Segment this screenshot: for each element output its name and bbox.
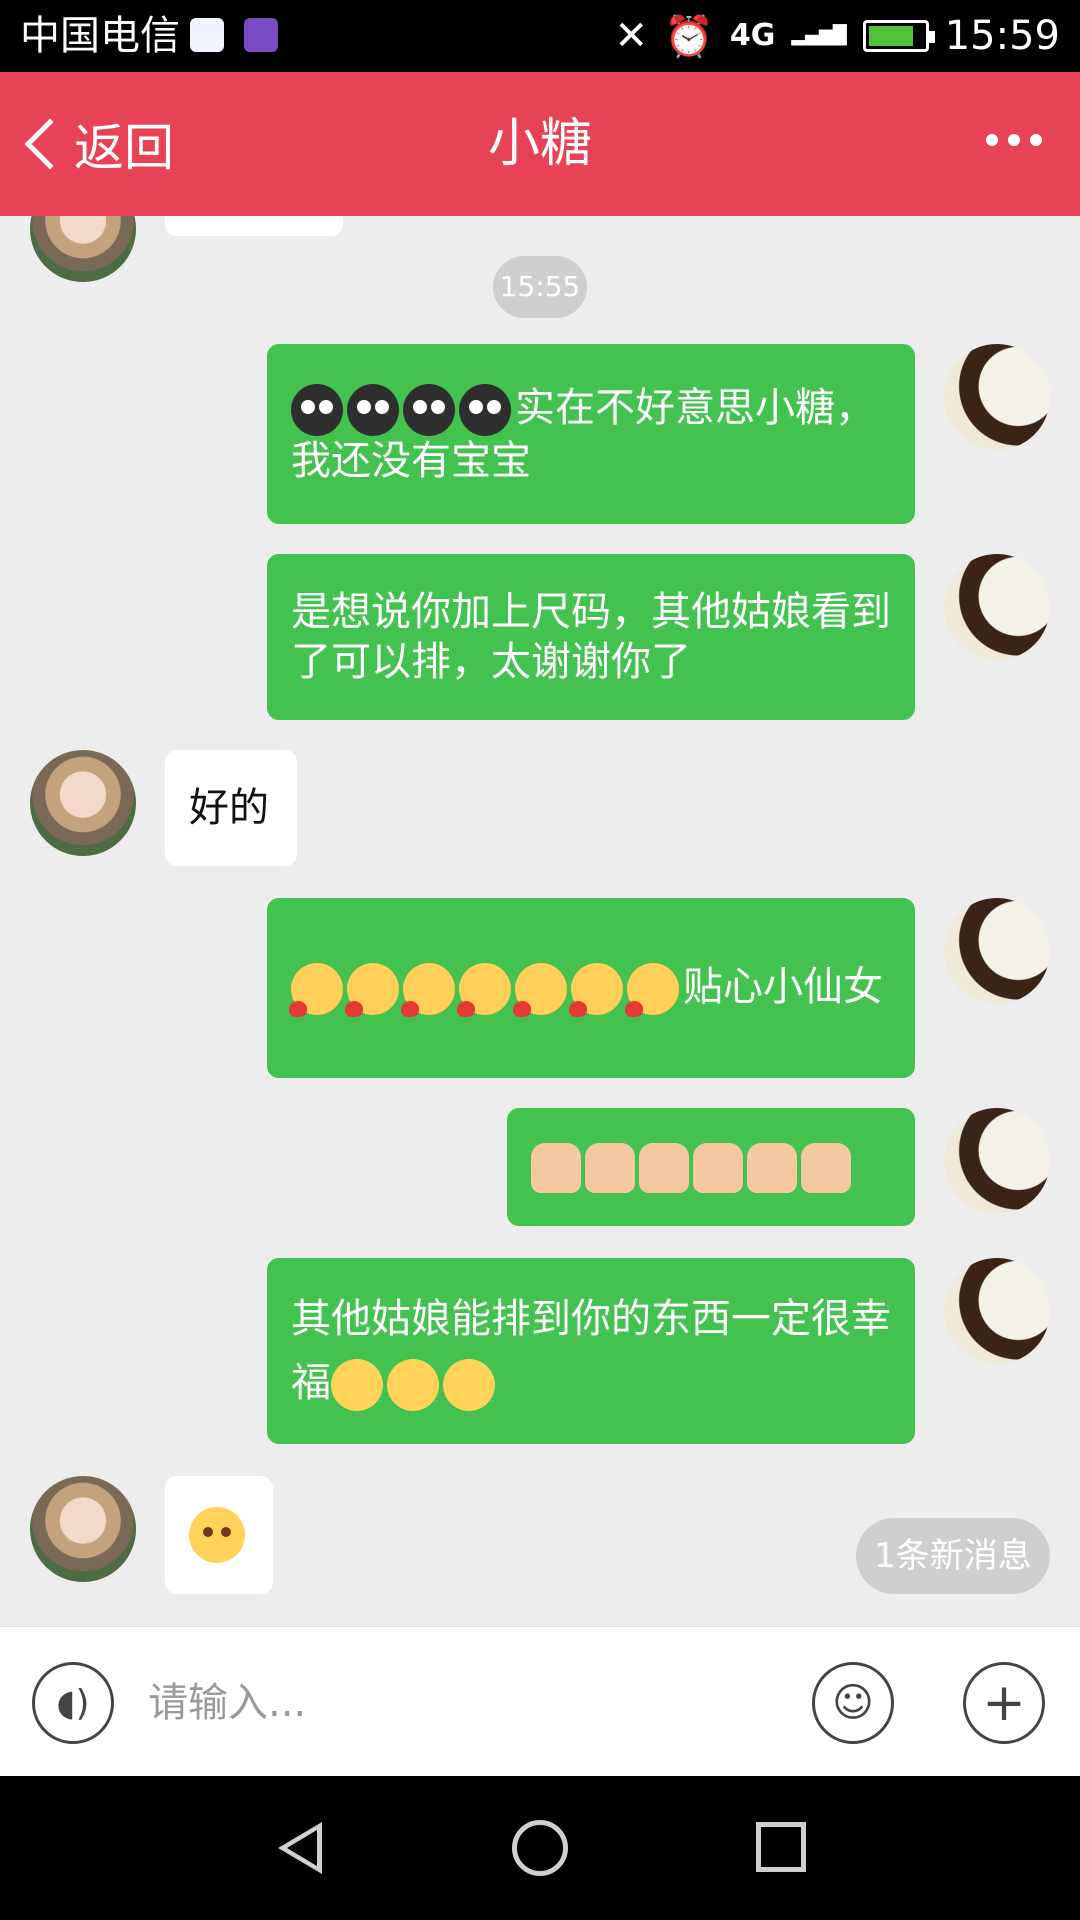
contact-avatar[interactable] <box>30 1476 136 1582</box>
more-menu-icon[interactable] <box>986 134 1042 146</box>
voice-icon: ◖) <box>56 1682 90 1724</box>
mute-icon: ✕ <box>614 13 649 59</box>
her-message-bubble[interactable] <box>165 1476 273 1594</box>
back-icon[interactable] <box>278 1822 322 1874</box>
message-text: 好的 <box>189 785 269 831</box>
message-text: 其他姑娘能排到你的东西一定很幸福 <box>291 1287 891 1415</box>
input-bar: ◖) ☺ + <box>0 1626 1080 1776</box>
my-message-bubble[interactable]: 是想说你加上尺码，其他姑娘看到了可以排，太谢谢你了 <box>267 554 915 720</box>
battery-icon <box>862 20 935 52</box>
crying-emoji-icon <box>403 383 455 436</box>
message-bubble[interactable] <box>165 216 343 236</box>
signal-icon: ▂▄▆█ <box>791 25 847 46</box>
blush-heart-emoji-icon <box>569 962 623 1017</box>
my-avatar[interactable] <box>944 554 1050 660</box>
network-type: 4G <box>729 18 776 53</box>
contact-avatar[interactable] <box>30 750 136 856</box>
cloud-app-icon <box>190 18 224 52</box>
crying-emoji-icon <box>347 383 399 436</box>
gallery-app-icon <box>244 18 278 52</box>
my-message-bubble[interactable]: 实在不好意思小糖，我还没有宝宝 <box>267 344 915 524</box>
my-avatar[interactable] <box>944 898 1050 1004</box>
blush-heart-emoji-icon <box>289 962 343 1017</box>
plus-icon: + <box>982 1673 1026 1733</box>
blush-heart-emoji-icon <box>345 962 399 1017</box>
wink-emoji-icon <box>331 1359 383 1411</box>
message-input[interactable] <box>148 1667 768 1739</box>
my-avatar[interactable] <box>944 1108 1050 1214</box>
my-message-bubble[interactable]: 其他姑娘能排到你的东西一定很幸福 <box>267 1258 915 1444</box>
blush-heart-emoji-icon <box>625 962 679 1017</box>
more-options-button[interactable]: + <box>963 1662 1045 1744</box>
thumbs-up-icon <box>531 1143 581 1193</box>
status-bar: 中国电信 ✕ ⏰ 4G ▂▄▆█ 15:59 <box>0 0 1080 72</box>
chat-header: 返回 小糖 <box>0 72 1080 216</box>
thumbs-up-icon <box>639 1143 689 1193</box>
carrier-label: 中国电信 <box>20 13 180 59</box>
system-nav-bar <box>0 1776 1080 1920</box>
crying-emoji-icon <box>291 383 343 436</box>
alarm-icon: ⏰ <box>664 13 714 60</box>
recents-icon[interactable] <box>756 1822 806 1872</box>
thumbs-up-icon <box>693 1143 743 1193</box>
message-timestamp: 15:55 <box>493 256 587 318</box>
crying-emoji-icon <box>459 383 511 436</box>
status-time: 15:59 <box>944 13 1060 59</box>
blush-heart-emoji-icon <box>513 962 567 1017</box>
thumbs-up-icon <box>801 1143 851 1193</box>
emoji-button[interactable]: ☺ <box>812 1662 894 1744</box>
her-message-bubble[interactable]: 好的 <box>165 750 297 866</box>
message-text: 实在不好意思小糖，我还没有宝宝 <box>291 383 875 484</box>
message-text: 是想说你加上尺码，其他姑娘看到了可以排，太谢谢你了 <box>291 589 891 685</box>
my-message-bubble[interactable] <box>507 1108 915 1226</box>
my-message-bubble[interactable]: 贴心小仙女 <box>267 898 915 1078</box>
thumbs-up-icon <box>747 1143 797 1193</box>
my-avatar[interactable] <box>944 344 1050 450</box>
blush-heart-emoji-icon <box>401 962 455 1017</box>
new-message-badge[interactable]: 1条新消息 <box>856 1518 1050 1594</box>
message-text: 贴心小仙女 <box>289 962 883 1017</box>
contact-avatar[interactable] <box>30 216 136 282</box>
home-icon[interactable] <box>512 1820 568 1876</box>
smiley-icon: ☺ <box>832 1680 874 1726</box>
message-list[interactable]: 15:55 实在不好意思小糖，我还没有宝宝 是想说你加上尺码，其他姑娘看到了可以… <box>0 216 1080 1626</box>
shy-emoji-icon <box>189 1507 245 1563</box>
chat-title: 小糖 <box>487 114 592 174</box>
thumbs-up-icon <box>585 1143 635 1193</box>
wink-emoji-icon <box>443 1359 495 1411</box>
voice-button[interactable]: ◖) <box>32 1662 114 1744</box>
blush-heart-emoji-icon <box>457 962 511 1017</box>
wink-emoji-icon <box>387 1359 439 1411</box>
message-text <box>531 1141 855 1193</box>
my-avatar[interactable] <box>944 1258 1050 1364</box>
